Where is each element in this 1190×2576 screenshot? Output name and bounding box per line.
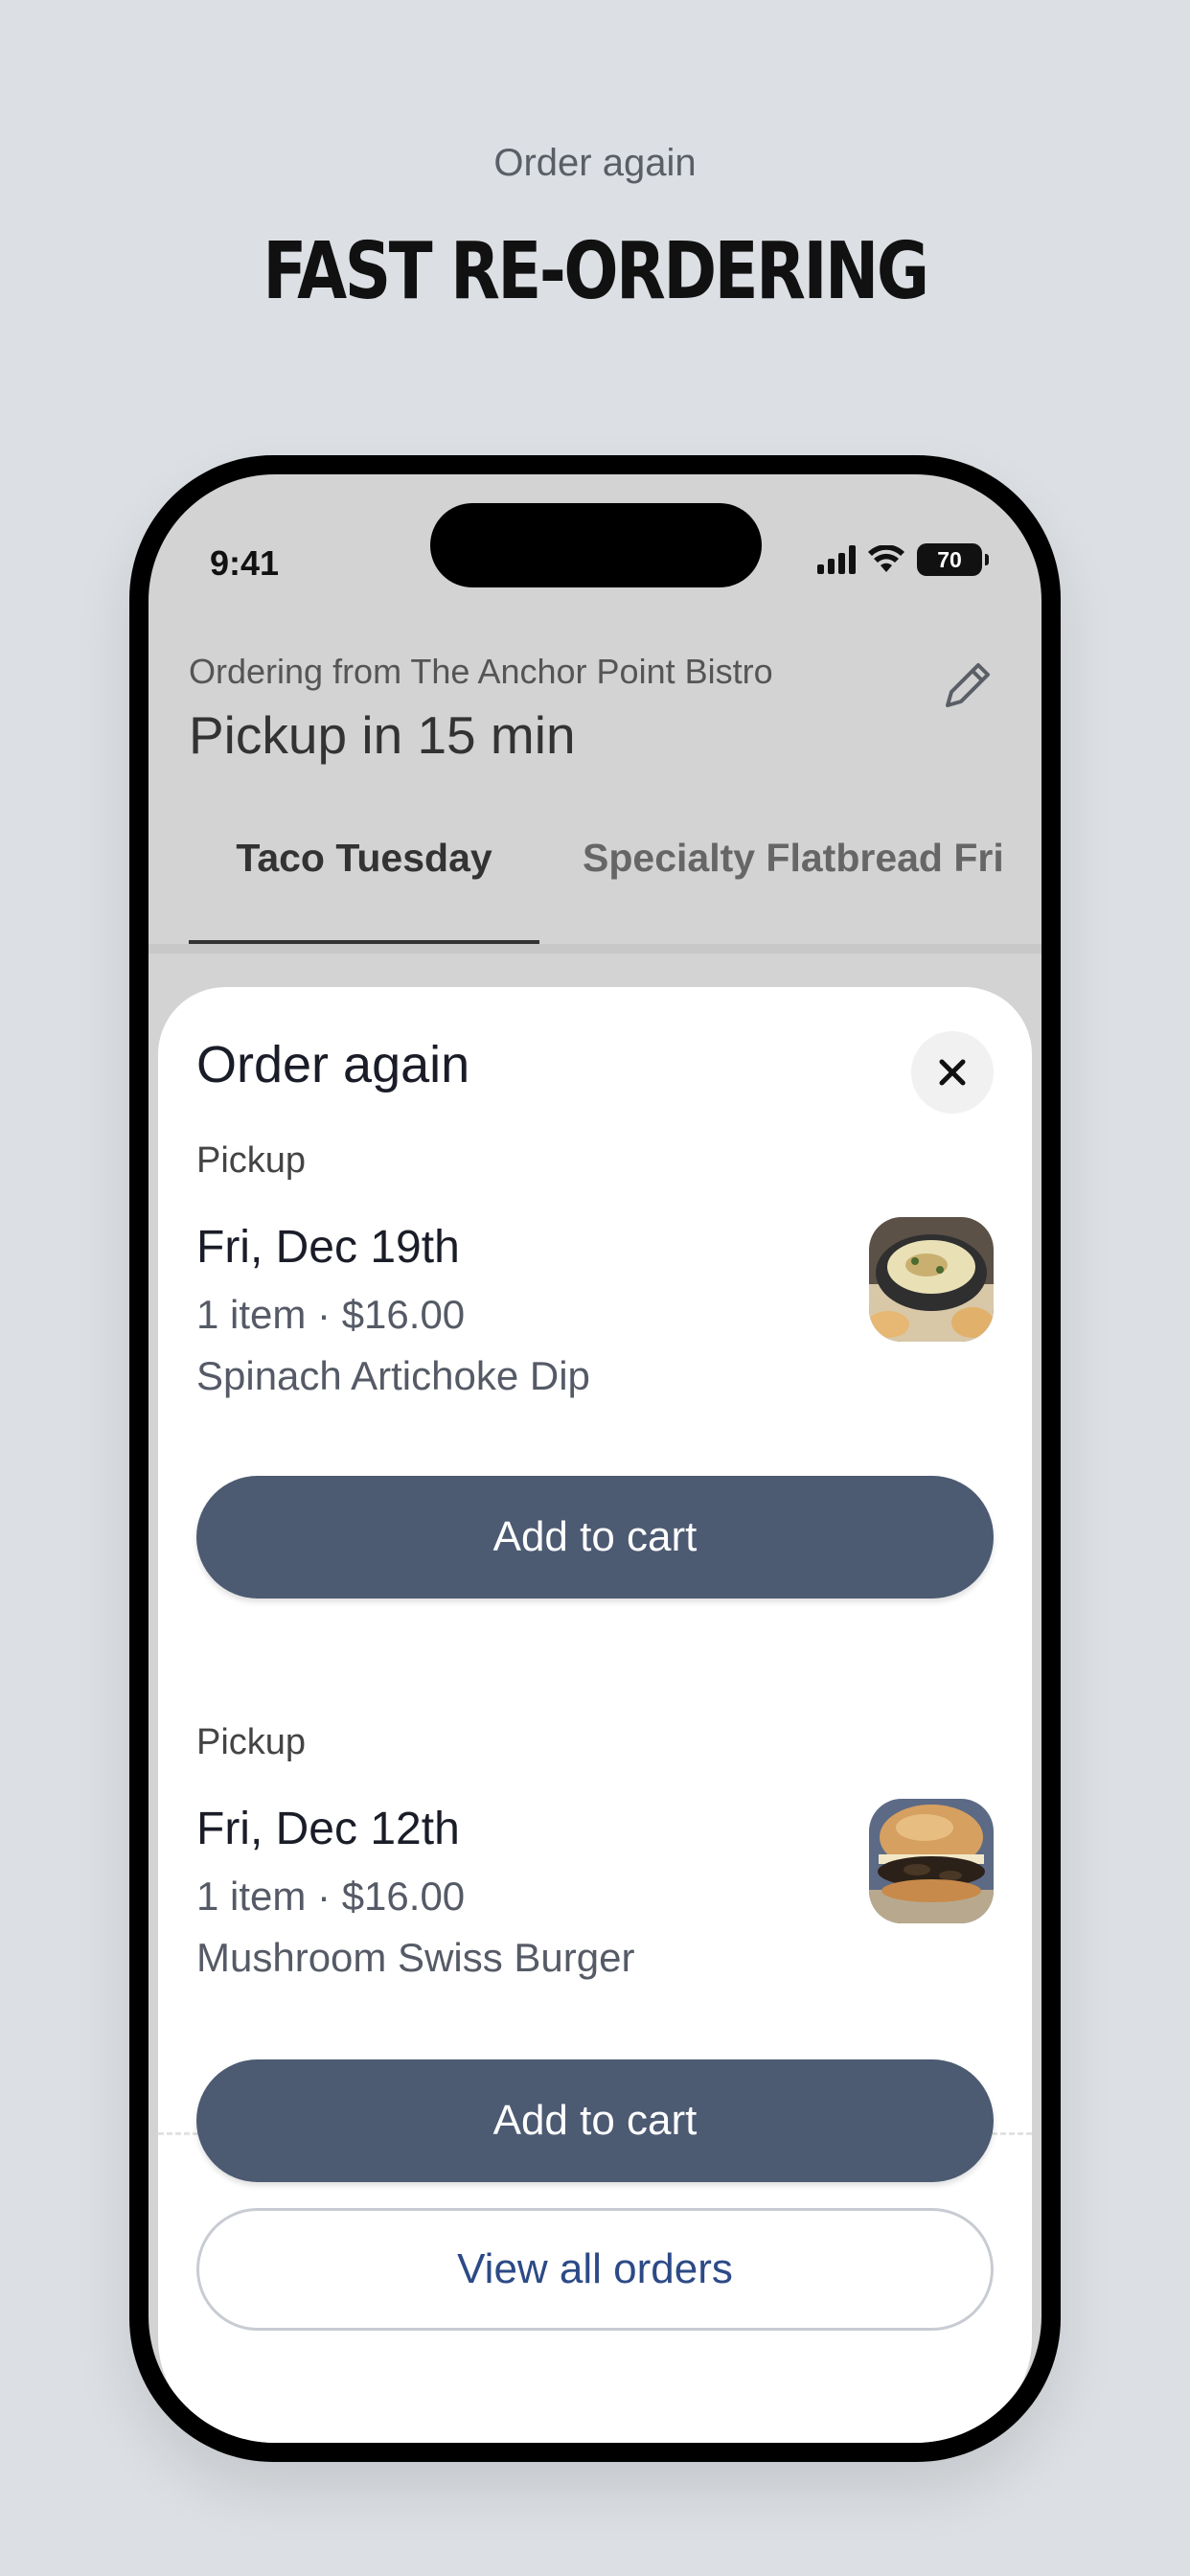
close-button[interactable]: [911, 1031, 994, 1114]
status-icons: 70: [817, 543, 989, 576]
category-tabs: Taco Tuesday Specialty Flatbread Fri: [149, 805, 1041, 949]
close-icon: [939, 1059, 966, 1086]
phone-frame: 9:41 70 Ordering from The Anchor Point B…: [129, 455, 1061, 2462]
order-date: Fri, Dec 19th: [196, 1222, 460, 1273]
dynamic-island: [430, 503, 762, 587]
phone-screen: 9:41 70 Ordering from The Anchor Point B…: [149, 474, 1041, 2443]
spinach-artichoke-dip-photo: [869, 1217, 994, 1342]
order-date: Fri, Dec 12th: [196, 1804, 460, 1854]
order-summary: 1 item · $16.00: [196, 1874, 466, 1919]
signal-icon: [817, 545, 856, 574]
add-to-cart-button[interactable]: Add to cart: [196, 2059, 994, 2182]
battery-icon: 70: [917, 543, 989, 576]
promo-eyebrow: Order again: [493, 142, 697, 184]
order-again-sheet: Order again Pickup Fri, Dec 19th 1 item …: [158, 987, 1032, 2443]
view-all-orders-button[interactable]: View all orders: [196, 2208, 994, 2331]
order-card: Pickup Fri, Dec 12th 1 item · $16.00 Mus…: [196, 1722, 994, 2220]
status-time: 9:41: [210, 543, 280, 583]
tab-taco-tuesday[interactable]: Taco Tuesday: [189, 805, 539, 949]
sheet-title: Order again: [196, 1036, 470, 1093]
pickup-time-title: Pickup in 15 min: [189, 705, 576, 765]
ordering-from-label: Ordering from The Anchor Point Bistro: [189, 652, 773, 691]
add-to-cart-button[interactable]: Add to cart: [196, 1476, 994, 1598]
tab-specialty-flatbread[interactable]: Specialty Flatbread Fri: [583, 805, 1004, 949]
order-item-name: Mushroom Swiss Burger: [196, 1935, 635, 1980]
promo-headline: FAST RE-ORDERING: [263, 226, 929, 317]
order-type: Pickup: [196, 1722, 307, 1762]
mushroom-swiss-burger-photo: [869, 1799, 994, 1923]
order-item-name: Spinach Artichoke Dip: [196, 1353, 590, 1398]
order-card: Pickup Fri, Dec 19th 1 item · $16.00 Spi…: [196, 1140, 994, 1639]
order-summary: 1 item · $16.00: [196, 1292, 466, 1337]
tabs-divider: [149, 944, 1041, 954]
pencil-icon[interactable]: [934, 652, 1001, 719]
order-type: Pickup: [196, 1140, 307, 1181]
wifi-icon: [868, 545, 904, 572]
